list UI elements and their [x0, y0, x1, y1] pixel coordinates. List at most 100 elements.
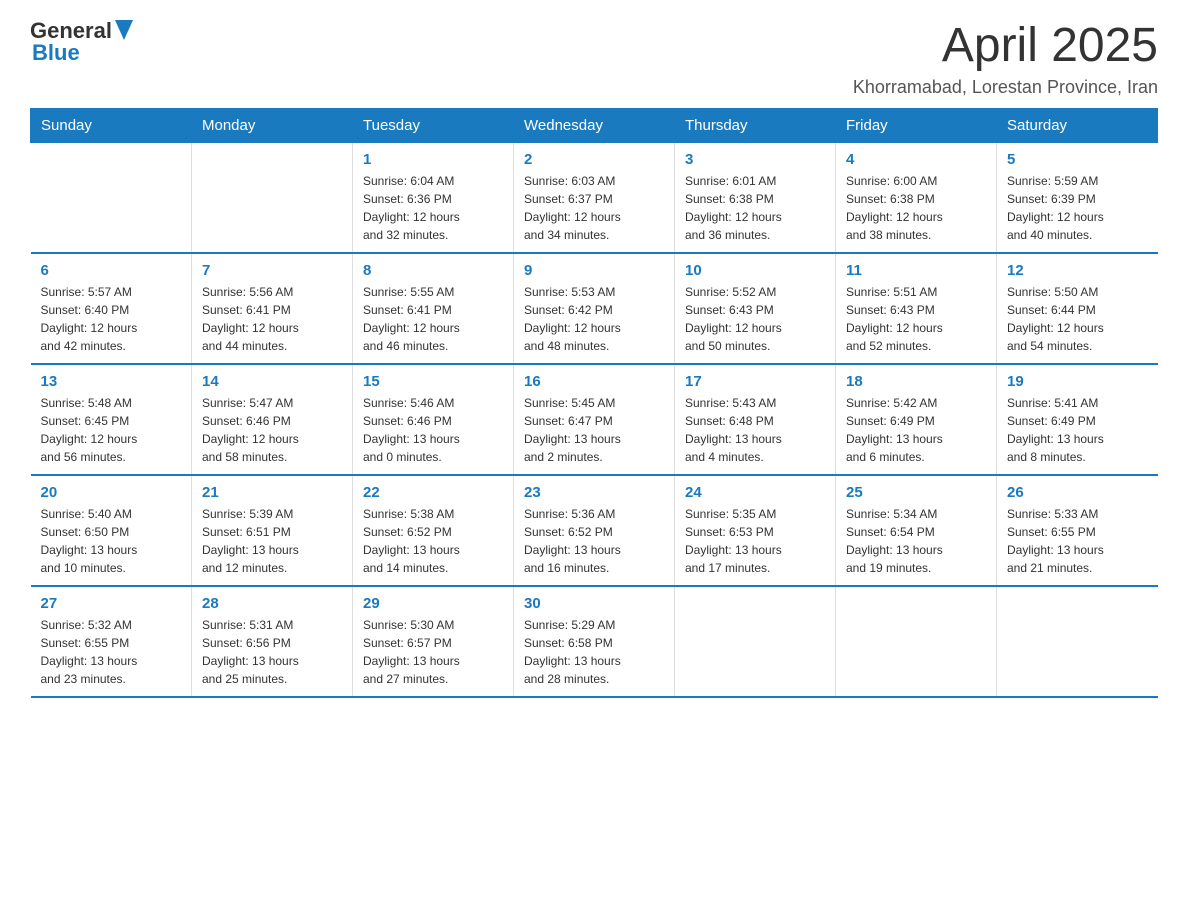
calendar-cell: 2Sunrise: 6:03 AM Sunset: 6:37 PM Daylig… [514, 142, 675, 253]
day-info: Sunrise: 5:55 AM Sunset: 6:41 PM Dayligh… [363, 283, 503, 355]
day-info: Sunrise: 5:57 AM Sunset: 6:40 PM Dayligh… [41, 283, 182, 355]
day-number: 28 [202, 595, 342, 612]
weekday-header-monday: Monday [192, 108, 353, 142]
calendar-cell: 28 Sunrise: 5:31 AM Sunset: 6:56 PM Dayli… [192, 586, 353, 697]
day-number: 19 [1007, 373, 1148, 390]
logo: General Blue [30, 20, 133, 64]
day-info: Sunrise: 5:34 AM Sunset: 6:54 PM Dayligh… [846, 505, 986, 577]
calendar-cell: 15 Sunrise: 5:46 AM Sunset: 6:46 PM Dayli… [353, 364, 514, 475]
day-number: 1 [363, 151, 503, 168]
calendar-week-row: 27 Sunrise: 5:32 AM Sunset: 6:55 PM Dayli… [31, 586, 1158, 697]
calendar-cell: 16Sunrise: 5:45 AM Sunset: 6:47 PM Dayli… [514, 364, 675, 475]
day-number: 3 [685, 151, 825, 168]
day-info: Sunrise: 5:45 AM Sunset: 6:47 PM Dayligh… [524, 394, 664, 466]
calendar-cell: 5 Sunrise: 5:59 AM Sunset: 6:39 PM Daylig… [997, 142, 1158, 253]
calendar-cell: 6 Sunrise: 5:57 AM Sunset: 6:40 PM Daylig… [31, 253, 192, 364]
day-number: 25 [846, 484, 986, 501]
calendar-cell: 19 Sunrise: 5:41 AM Sunset: 6:49 PM Dayli… [997, 364, 1158, 475]
calendar-cell: 18 Sunrise: 5:42 AM Sunset: 6:49 PM Dayli… [836, 364, 997, 475]
calendar-cell: 29 Sunrise: 5:30 AM Sunset: 6:57 PM Dayli… [353, 586, 514, 697]
day-number: 20 [41, 484, 182, 501]
calendar-cell [192, 142, 353, 253]
calendar-cell: 11 Sunrise: 5:51 AM Sunset: 6:43 PM Dayli… [836, 253, 997, 364]
day-info: Sunrise: 6:01 AM Sunset: 6:38 PM Dayligh… [685, 172, 825, 244]
calendar-cell: 27 Sunrise: 5:32 AM Sunset: 6:55 PM Dayli… [31, 586, 192, 697]
day-number: 22 [363, 484, 503, 501]
day-number: 7 [202, 262, 342, 279]
calendar-cell: 7Sunrise: 5:56 AM Sunset: 6:41 PM Daylig… [192, 253, 353, 364]
calendar-cell: 8 Sunrise: 5:55 AM Sunset: 6:41 PM Daylig… [353, 253, 514, 364]
day-number: 2 [524, 151, 664, 168]
logo-general-text: General [30, 20, 112, 42]
day-number: 13 [41, 373, 182, 390]
calendar-cell: 24Sunrise: 5:35 AM Sunset: 6:53 PM Dayli… [675, 475, 836, 586]
calendar-cell [836, 586, 997, 697]
day-number: 14 [202, 373, 342, 390]
day-number: 8 [363, 262, 503, 279]
day-info: Sunrise: 5:32 AM Sunset: 6:55 PM Dayligh… [41, 616, 182, 688]
calendar-cell: 21Sunrise: 5:39 AM Sunset: 6:51 PM Dayli… [192, 475, 353, 586]
day-info: Sunrise: 5:59 AM Sunset: 6:39 PM Dayligh… [1007, 172, 1148, 244]
day-info: Sunrise: 5:29 AM Sunset: 6:58 PM Dayligh… [524, 616, 664, 688]
weekday-header-saturday: Saturday [997, 108, 1158, 142]
day-info: Sunrise: 5:52 AM Sunset: 6:43 PM Dayligh… [685, 283, 825, 355]
calendar-cell: 10 Sunrise: 5:52 AM Sunset: 6:43 PM Dayli… [675, 253, 836, 364]
day-number: 10 [685, 262, 825, 279]
calendar-table: SundayMondayTuesdayWednesdayThursdayFrid… [30, 108, 1158, 698]
day-number: 12 [1007, 262, 1148, 279]
calendar-cell: 9 Sunrise: 5:53 AM Sunset: 6:42 PM Daylig… [514, 253, 675, 364]
day-info: Sunrise: 5:30 AM Sunset: 6:57 PM Dayligh… [363, 616, 503, 688]
day-info: Sunrise: 5:46 AM Sunset: 6:46 PM Dayligh… [363, 394, 503, 466]
calendar-cell: 3 Sunrise: 6:01 AM Sunset: 6:38 PM Daylig… [675, 142, 836, 253]
day-info: Sunrise: 5:50 AM Sunset: 6:44 PM Dayligh… [1007, 283, 1148, 355]
weekday-header-friday: Friday [836, 108, 997, 142]
calendar-cell [997, 586, 1158, 697]
day-info: Sunrise: 5:40 AM Sunset: 6:50 PM Dayligh… [41, 505, 182, 577]
day-info: Sunrise: 6:00 AM Sunset: 6:38 PM Dayligh… [846, 172, 986, 244]
day-number: 15 [363, 373, 503, 390]
page-header: General Blue April 2025 Khorramabad, Lor… [30, 20, 1158, 98]
day-info: Sunrise: 5:33 AM Sunset: 6:55 PM Dayligh… [1007, 505, 1148, 577]
day-number: 4 [846, 151, 986, 168]
weekday-header-thursday: Thursday [675, 108, 836, 142]
day-info: Sunrise: 5:36 AM Sunset: 6:52 PM Dayligh… [524, 505, 664, 577]
day-number: 17 [685, 373, 825, 390]
calendar-cell: 14 Sunrise: 5:47 AM Sunset: 6:46 PM Dayli… [192, 364, 353, 475]
day-number: 5 [1007, 151, 1148, 168]
logo-arrow-icon [115, 20, 133, 42]
day-number: 29 [363, 595, 503, 612]
calendar-cell [675, 586, 836, 697]
calendar-cell [31, 142, 192, 253]
calendar-week-row: 13 Sunrise: 5:48 AM Sunset: 6:45 PM Dayli… [31, 364, 1158, 475]
logo-blue-text: Blue [32, 42, 133, 64]
day-info: Sunrise: 5:43 AM Sunset: 6:48 PM Dayligh… [685, 394, 825, 466]
day-info: Sunrise: 5:51 AM Sunset: 6:43 PM Dayligh… [846, 283, 986, 355]
day-number: 11 [846, 262, 986, 279]
month-title: April 2025 [853, 20, 1158, 73]
day-info: Sunrise: 5:42 AM Sunset: 6:49 PM Dayligh… [846, 394, 986, 466]
day-info: Sunrise: 5:53 AM Sunset: 6:42 PM Dayligh… [524, 283, 664, 355]
day-info: Sunrise: 5:35 AM Sunset: 6:53 PM Dayligh… [685, 505, 825, 577]
day-number: 18 [846, 373, 986, 390]
day-info: Sunrise: 5:41 AM Sunset: 6:49 PM Dayligh… [1007, 394, 1148, 466]
location-subtitle: Khorramabad, Lorestan Province, Iran [853, 77, 1158, 98]
day-info: Sunrise: 5:48 AM Sunset: 6:45 PM Dayligh… [41, 394, 182, 466]
calendar-cell: 23 Sunrise: 5:36 AM Sunset: 6:52 PM Dayli… [514, 475, 675, 586]
day-number: 27 [41, 595, 182, 612]
weekday-header-sunday: Sunday [31, 108, 192, 142]
day-number: 26 [1007, 484, 1148, 501]
day-info: Sunrise: 5:38 AM Sunset: 6:52 PM Dayligh… [363, 505, 503, 577]
day-number: 23 [524, 484, 664, 501]
calendar-week-row: 6 Sunrise: 5:57 AM Sunset: 6:40 PM Daylig… [31, 253, 1158, 364]
day-number: 9 [524, 262, 664, 279]
day-number: 21 [202, 484, 342, 501]
calendar-week-row: 20 Sunrise: 5:40 AM Sunset: 6:50 PM Dayli… [31, 475, 1158, 586]
day-info: Sunrise: 5:47 AM Sunset: 6:46 PM Dayligh… [202, 394, 342, 466]
day-number: 6 [41, 262, 182, 279]
day-info: Sunrise: 5:31 AM Sunset: 6:56 PM Dayligh… [202, 616, 342, 688]
title-area: April 2025 Khorramabad, Lorestan Provinc… [853, 20, 1158, 98]
day-info: Sunrise: 6:04 AM Sunset: 6:36 PM Dayligh… [363, 172, 503, 244]
calendar-header-row: SundayMondayTuesdayWednesdayThursdayFrid… [31, 108, 1158, 142]
calendar-week-row: 1 Sunrise: 6:04 AM Sunset: 6:36 PM Daylig… [31, 142, 1158, 253]
calendar-cell: 25 Sunrise: 5:34 AM Sunset: 6:54 PM Dayli… [836, 475, 997, 586]
